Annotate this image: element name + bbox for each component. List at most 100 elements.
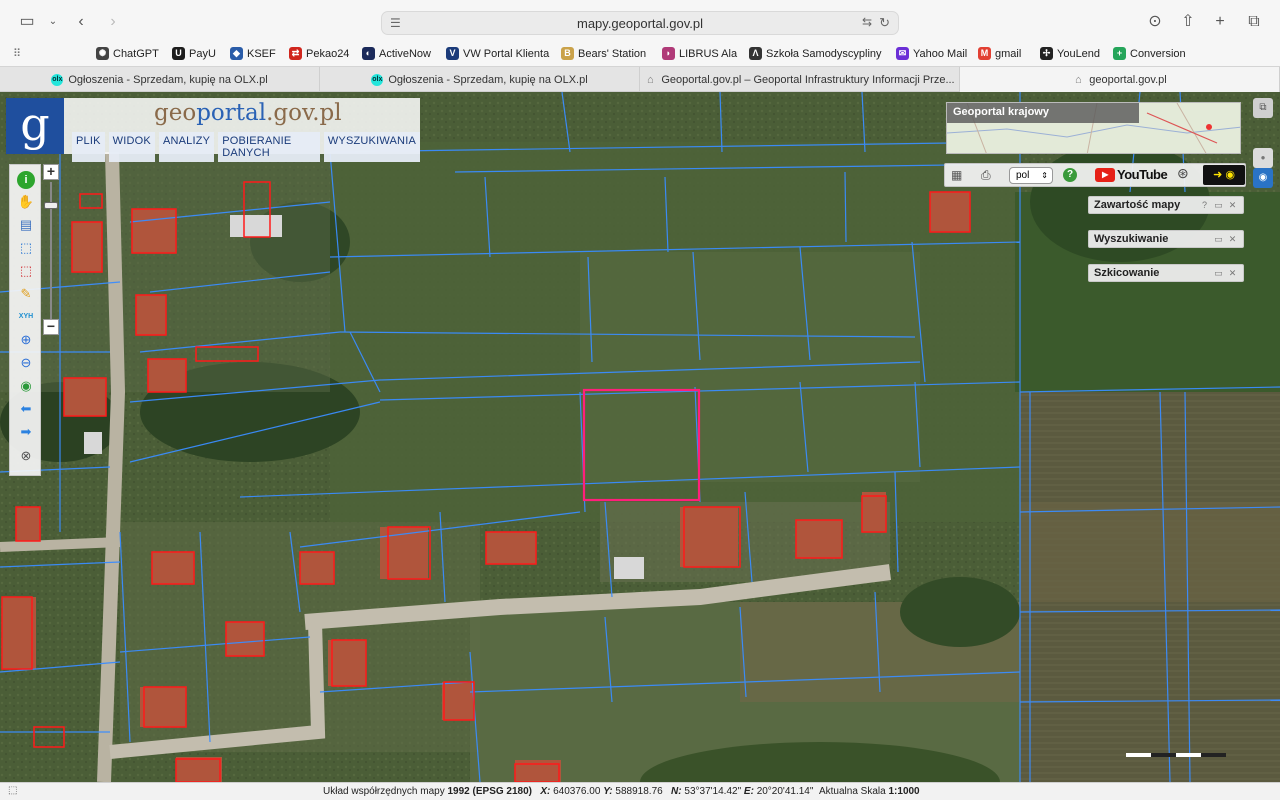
minimize-icon[interactable]: ▭ — [1213, 200, 1224, 211]
browser-tab[interactable]: ⌂ Geoportal.gov.pl – Geoportal Infrastruk… — [640, 67, 960, 92]
close-icon[interactable]: ✕ — [1227, 200, 1238, 211]
bookmark-item[interactable]: B Bears' Station — [561, 47, 646, 60]
map-tools: i ✋ ▤ ⬚ ⬚ ✎ XYH ⊕ ⊖ ◉ ⬅ ➡ ⊗ — [9, 164, 41, 476]
logo-prefix: geo — [154, 100, 197, 126]
globe-icon[interactable]: ◉ — [17, 377, 35, 395]
help-icon[interactable]: ? — [1063, 168, 1077, 182]
xyh-icon[interactable]: XYH — [17, 308, 35, 326]
info-icon[interactable]: i — [17, 171, 35, 189]
bookmark-item[interactable]: ✺ ChatGPT — [96, 47, 159, 60]
back-icon[interactable]: ‹ — [70, 12, 92, 32]
bookmark-label: ChatGPT — [113, 47, 159, 60]
close-icon[interactable]: ✕ — [1227, 234, 1238, 245]
browser-tab[interactable]: olx Ogłoszenia - Sprzedam, kupię na OLX.p… — [320, 67, 640, 92]
eye-icon[interactable]: ◉ — [1253, 168, 1273, 188]
sidebar-toggle-icon[interactable]: ▭ — [16, 12, 38, 32]
help-small-icon[interactable]: ? — [1199, 200, 1210, 211]
minimize-icon[interactable]: ▭ — [1213, 234, 1224, 245]
accessibility-icon[interactable]: ⊛ — [1177, 165, 1189, 181]
menu-wyszukiwania[interactable]: WYSZUKIWANIA — [323, 132, 420, 162]
browser-tab[interactable]: ⌂ geoportal.gov.pl — [960, 67, 1280, 92]
panel-title: Wyszukiwanie — [1094, 233, 1169, 245]
close-icon[interactable]: ✕ — [1227, 268, 1238, 279]
bookmark-label: VW Portal Klienta — [463, 47, 550, 60]
menu-pobieranie-danych[interactable]: POBIERANIE DANYCH — [218, 132, 320, 162]
address-bar[interactable]: ☰ mapy.geoportal.gov.pl ⇆ ↻ — [381, 11, 899, 35]
bookmark-item[interactable]: ◆ KSEF — [230, 47, 276, 60]
bookmark-item[interactable]: ◐ ActiveNow — [362, 47, 431, 60]
bookmark-label: ActiveNow — [379, 47, 431, 60]
overview-map[interactable]: Geoportal krajowy — [946, 102, 1241, 154]
tab-overview-icon[interactable]: ⧉ — [1243, 12, 1265, 32]
url-text: mapy.geoportal.gov.pl — [577, 16, 703, 31]
reload-icon[interactable]: ↻ — [879, 15, 890, 31]
layers-list-icon[interactable]: ▤ — [17, 216, 35, 234]
zoom-plus-button[interactable]: + — [43, 164, 59, 180]
new-tab-icon[interactable]: + — [1209, 12, 1231, 32]
grid-icon[interactable]: ⠿ — [13, 47, 21, 60]
bookmark-item[interactable]: ⇄ Pekao24 — [289, 47, 349, 60]
panel-title: Zawartość mapy — [1094, 199, 1181, 211]
browser-toolbar: ▭ ⌄ ‹ › ☰ mapy.geoportal.gov.pl ⇆ ↻ ⊙ ⇧ … — [0, 0, 1280, 44]
share-icon[interactable]: ⇧ — [1177, 12, 1199, 32]
bookmark-favicon-icon: U — [172, 47, 185, 60]
legend-icon[interactable]: ▦ — [951, 167, 962, 183]
bookmark-item[interactable]: Λ Szkoła Samodyscypliny — [749, 47, 882, 60]
language-select[interactable]: pol ⇕ — [1009, 167, 1053, 184]
bookmark-label: Szkoła Samodyscypliny — [766, 47, 882, 60]
collapse-icon[interactable]: ● — [1253, 148, 1273, 168]
youtube-link[interactable]: ▶ YouTube — [1095, 167, 1168, 182]
select-arrows-icon: ⇕ — [1041, 171, 1048, 180]
zoom-knob[interactable] — [44, 202, 58, 209]
bookmark-item[interactable]: V VW Portal Klienta — [446, 47, 549, 60]
translate-icon[interactable]: ⇆ — [862, 15, 872, 29]
bookmark-item[interactable]: U PayU — [172, 47, 216, 60]
forward-icon[interactable]: › — [102, 12, 124, 32]
panel-zawartosc-mapy[interactable]: Zawartość mapy ? ▭ ✕ — [1088, 196, 1244, 214]
bookmark-label: LIBRUS Ala — [679, 47, 738, 60]
compass-icon[interactable]: ⊗ — [17, 447, 35, 465]
arrow-right-icon[interactable]: ➡ — [17, 423, 35, 441]
tab-bar: olx Ogłoszenia - Sprzedam, kupię na OLX.p… — [0, 66, 1280, 92]
browser-tab[interactable]: olx Ogłoszenia - Sprzedam, kupię na OLX.p… — [0, 67, 320, 92]
bookmark-item[interactable]: + Conversion — [1113, 47, 1186, 60]
zoom-out-icon[interactable]: ⊖ — [17, 354, 35, 372]
bookmark-item[interactable]: ◗ LIBRUS Ala — [662, 47, 737, 60]
pan-hand-icon[interactable]: ✋ — [17, 193, 35, 211]
expand-corner-icon[interactable]: ⬚ — [8, 785, 17, 796]
download-icon[interactable]: ⊙ — [1144, 12, 1166, 32]
bookmark-item[interactable]: ✢ YouLend — [1040, 47, 1100, 60]
bookmark-favicon-icon: ✺ — [96, 47, 109, 60]
menu-plik[interactable]: PLIK — [72, 132, 105, 162]
tab-label: Ogłoszenia - Sprzedam, kupię na OLX.pl — [68, 73, 268, 86]
zoom-slider[interactable]: + − — [43, 164, 61, 338]
geoportal-favicon-icon: ⌂ — [647, 73, 654, 86]
zoom-in-icon[interactable]: ⊕ — [17, 331, 35, 349]
panel-szkicowanie[interactable]: Szkicowanie ▭ ✕ — [1088, 264, 1244, 282]
panel-wyszukiwanie[interactable]: Wyszukiwanie ▭ ✕ — [1088, 230, 1244, 248]
bookmark-item[interactable]: ✉ Yahoo Mail — [896, 47, 967, 60]
geoportal-logo-icon[interactable]: g — [6, 98, 64, 154]
chevron-down-icon[interactable]: ⌄ — [42, 12, 64, 32]
select-red-icon[interactable]: ⬚ — [17, 262, 35, 280]
bookmark-label: Pekao24 — [306, 47, 350, 60]
select-box-icon[interactable]: ⬚ — [17, 239, 35, 257]
bookmark-item[interactable]: Mgmail — [978, 47, 1021, 60]
minimize-icon[interactable]: ▭ — [1213, 268, 1224, 279]
print-icon[interactable]: ⎙ — [981, 167, 991, 183]
logo-main: portal — [196, 100, 267, 126]
menu-analizy[interactable]: ANALIZY — [158, 132, 215, 162]
scale-label: Aktualna Skala — [818, 786, 886, 797]
arrow-left-icon[interactable]: ⬅ — [17, 400, 35, 418]
contrast-eye-button[interactable]: ➜ ◉ — [1203, 165, 1245, 185]
bookmark-favicon-icon: ◐ — [362, 47, 375, 60]
x-value: 640376.00 — [553, 786, 601, 797]
layers-icon[interactable]: ⧉ — [1253, 98, 1273, 118]
map-view[interactable]: g geoportal.gov.pl PLIK WIDOK ANALIZY PO… — [0, 92, 1280, 782]
bookmark-favicon-icon: Λ — [749, 47, 762, 60]
crs-label: Układ współrzędnych mapy — [323, 786, 445, 797]
bookmark-favicon-icon: ✢ — [1040, 47, 1053, 60]
pencil-icon[interactable]: ✎ — [17, 285, 35, 303]
zoom-minus-button[interactable]: − — [43, 319, 59, 335]
menu-widok[interactable]: WIDOK — [108, 132, 155, 162]
